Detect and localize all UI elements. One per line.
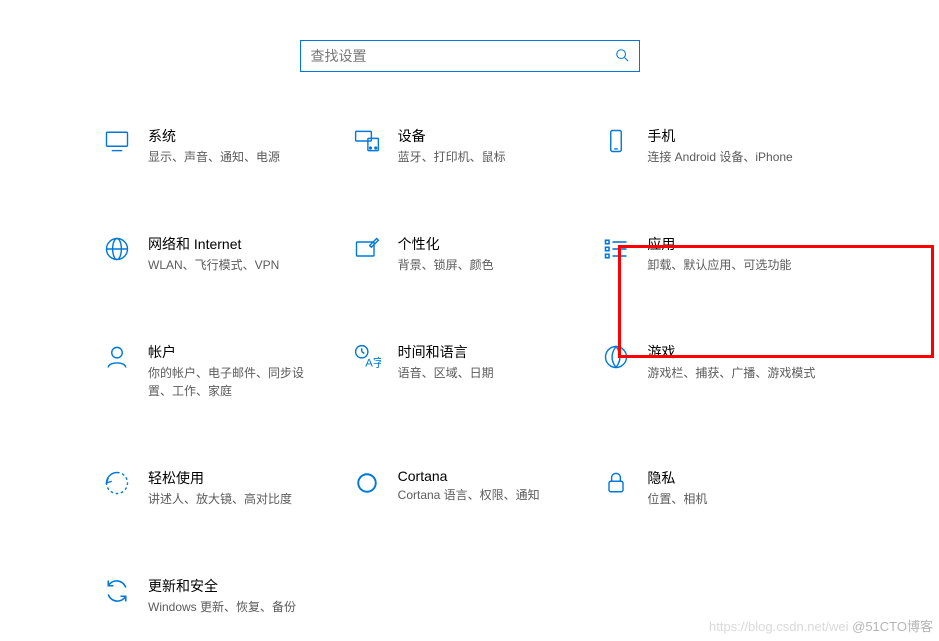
- tile-title: 手机: [647, 126, 792, 146]
- tile-title: 时间和语言: [398, 342, 494, 362]
- tile-title: 隐私: [647, 468, 707, 488]
- watermark-faint: https://blog.csdn.net/wei: [709, 619, 848, 634]
- search-icon: [615, 48, 629, 65]
- watermark-strong: @51CTO博客: [849, 619, 933, 634]
- tile-network[interactable]: 网络和 Internet WLAN、飞行模式、VPN: [100, 230, 340, 278]
- tile-title: 游戏: [647, 342, 815, 362]
- tile-title: 帐户: [148, 342, 318, 362]
- update-security-icon: [102, 576, 132, 606]
- time-language-icon: A字: [352, 342, 382, 372]
- tile-phone[interactable]: 手机 连接 Android 设备、iPhone: [599, 122, 839, 170]
- tile-desc: 语音、区域、日期: [398, 364, 494, 382]
- ease-of-access-icon: [102, 468, 132, 498]
- tile-cortana[interactable]: Cortana Cortana 语言、权限、通知: [350, 464, 590, 512]
- settings-grid: 系统 显示、声音、通知、电源 设备 蓝牙、打印机、鼠标 手机 连接 Androi…: [0, 122, 939, 620]
- tile-desc: WLAN、飞行模式、VPN: [148, 256, 279, 274]
- system-icon: [102, 126, 132, 156]
- tile-ease-of-access[interactable]: 轻松使用 讲述人、放大镜、高对比度: [100, 464, 340, 512]
- devices-icon: [352, 126, 382, 156]
- tile-system[interactable]: 系统 显示、声音、通知、电源: [100, 122, 340, 170]
- phone-icon: [601, 126, 631, 156]
- tile-desc: 连接 Android 设备、iPhone: [647, 148, 792, 166]
- search-input[interactable]: [311, 48, 615, 64]
- apps-icon: [601, 234, 631, 264]
- tile-personalization[interactable]: 个性化 背景、锁屏、颜色: [350, 230, 590, 278]
- tile-desc: 位置、相机: [647, 490, 707, 508]
- tile-title: 设备: [398, 126, 506, 146]
- tile-gaming[interactable]: 游戏 游戏栏、捕获、广播、游戏模式: [599, 338, 839, 404]
- tile-desc: 讲述人、放大镜、高对比度: [148, 490, 292, 508]
- tile-desc: 背景、锁屏、颜色: [398, 256, 494, 274]
- tile-desc: 显示、声音、通知、电源: [148, 148, 280, 166]
- tile-desc: Cortana 语言、权限、通知: [398, 486, 540, 504]
- tile-update-security[interactable]: 更新和安全 Windows 更新、恢复、备份: [100, 572, 340, 620]
- tile-desc: 卸载、默认应用、可选功能: [647, 256, 791, 274]
- tile-title: 个性化: [398, 234, 494, 254]
- tile-devices[interactable]: 设备 蓝牙、打印机、鼠标: [350, 122, 590, 170]
- accounts-icon: [102, 342, 132, 372]
- watermark: https://blog.csdn.net/wei @51CTO博客: [709, 616, 933, 635]
- privacy-icon: [601, 468, 631, 498]
- tile-desc: 你的帐户、电子邮件、同步设置、工作、家庭: [148, 364, 318, 400]
- tile-desc: 游戏栏、捕获、广播、游戏模式: [647, 364, 815, 382]
- tile-title: 更新和安全: [148, 576, 296, 596]
- tile-title: Cortana: [398, 468, 540, 484]
- tile-title: 轻松使用: [148, 468, 292, 488]
- personalization-icon: [352, 234, 382, 264]
- tile-accounts[interactable]: 帐户 你的帐户、电子邮件、同步设置、工作、家庭: [100, 338, 340, 404]
- tile-apps[interactable]: 应用 卸载、默认应用、可选功能: [599, 230, 839, 278]
- tile-title: 应用: [647, 234, 791, 254]
- tile-privacy[interactable]: 隐私 位置、相机: [599, 464, 839, 512]
- tile-title: 系统: [148, 126, 280, 146]
- search-box[interactable]: [300, 40, 640, 72]
- cortana-icon: [352, 468, 382, 498]
- gaming-icon: [601, 342, 631, 372]
- svg-text:A字: A字: [365, 356, 381, 370]
- tile-title: 网络和 Internet: [148, 234, 279, 254]
- tile-time-language[interactable]: A字 时间和语言 语音、区域、日期: [350, 338, 590, 404]
- tile-desc: 蓝牙、打印机、鼠标: [398, 148, 506, 166]
- network-icon: [102, 234, 132, 264]
